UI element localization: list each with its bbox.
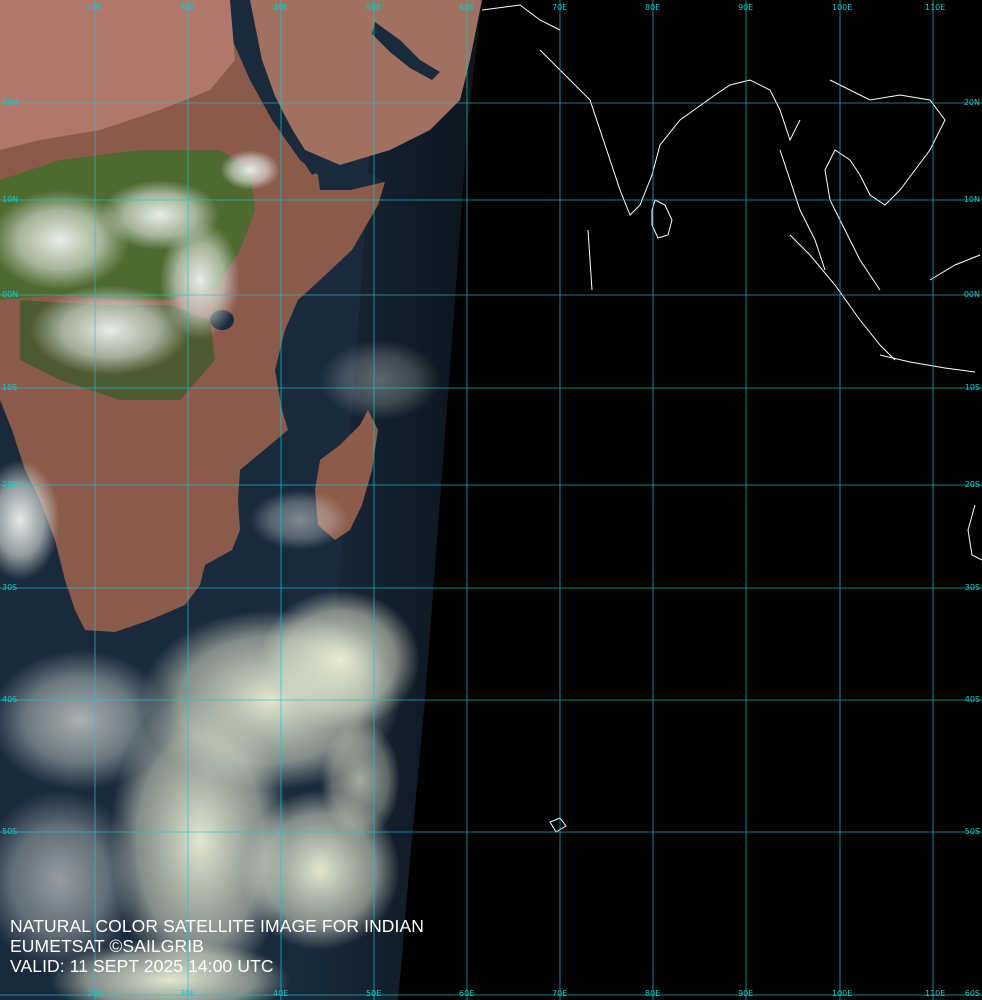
latitude-label-left: 10S	[2, 383, 18, 392]
longitude-label-top: 30E	[180, 3, 196, 12]
longitude-label-bottom: 100E	[832, 989, 853, 998]
caption-valid-time: VALID: 11 SEPT 2025 14:00 UTC	[10, 956, 274, 976]
latitude-label-right: 00N	[963, 290, 980, 299]
longitude-label-top: 100E	[832, 3, 853, 12]
longitude-label-bottom: 90E	[738, 989, 754, 998]
longitude-label-bottom: 80E	[645, 989, 661, 998]
latitude-label-left: 20N	[2, 98, 19, 107]
longitude-label-top: 80E	[645, 3, 661, 12]
longitude-label-top: 60E	[459, 3, 475, 12]
longitude-label-bottom: 110E	[925, 989, 946, 998]
latitude-label-right: 20S	[964, 480, 980, 489]
latitude-label-right: 10N	[963, 195, 980, 204]
latitude-label-left: 10N	[2, 195, 19, 204]
longitude-label-bottom: 60E	[459, 989, 475, 998]
latitude-label-right: 20N	[963, 98, 980, 107]
longitude-label-top: 20E	[87, 3, 103, 12]
caption-credit: EUMETSAT ©SAILGRIB	[10, 936, 204, 956]
caption-title: NATURAL COLOR SATELLITE IMAGE FOR INDIAN	[10, 916, 425, 936]
latitude-label-left: 50S	[2, 827, 18, 836]
longitude-label-top: 40E	[273, 3, 289, 12]
latitude-label-right: 60S	[964, 989, 980, 998]
latitude-label-left: 00N	[2, 290, 19, 299]
longitude-label-bottom: 20E	[87, 989, 103, 998]
latitude-label-right: 50S	[964, 827, 980, 836]
latitude-label-right: 40S	[964, 695, 980, 704]
latitude-label-right: 10S	[964, 383, 980, 392]
latitude-label-left: 40S	[2, 695, 18, 704]
latitude-label-left: 20S	[2, 480, 18, 489]
longitude-label-bottom: 40E	[273, 989, 289, 998]
longitude-label-top: 90E	[738, 3, 754, 12]
longitude-label-top: 110E	[925, 3, 946, 12]
latitude-label-left: 30S	[2, 583, 18, 592]
map-caption: NATURAL COLOR SATELLITE IMAGE FOR INDIAN…	[10, 916, 424, 976]
satellite-map	[0, 0, 982, 1000]
longitude-label-bottom: 70E	[552, 989, 568, 998]
longitude-label-bottom: 50E	[366, 989, 382, 998]
longitude-label-bottom: 30E	[180, 989, 196, 998]
longitude-label-top: 70E	[552, 3, 568, 12]
longitude-label-top: 50E	[366, 3, 382, 12]
latitude-label-right: 30S	[964, 583, 980, 592]
